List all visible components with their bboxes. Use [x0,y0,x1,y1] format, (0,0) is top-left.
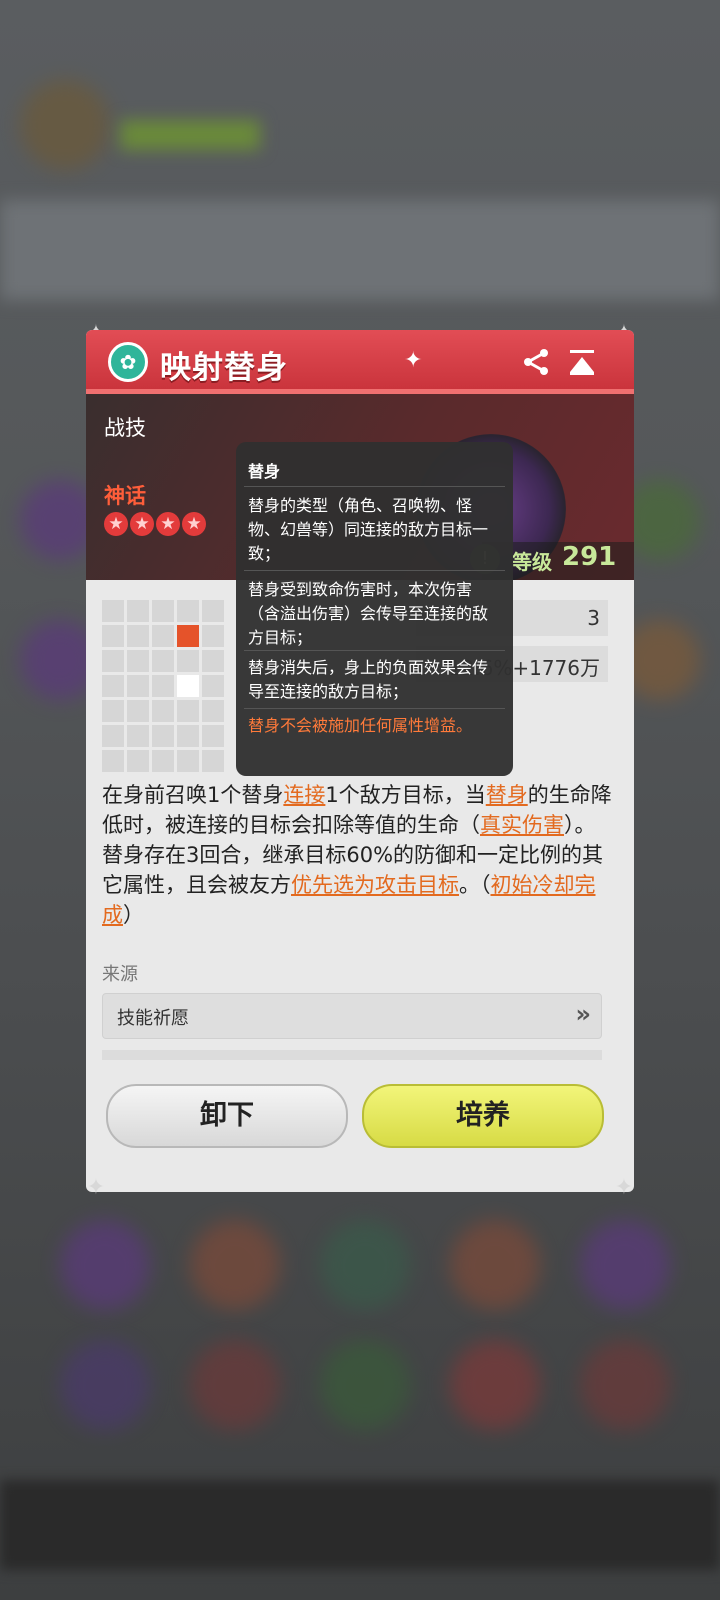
star-rating: ★ ★ ★ ★ [104,512,206,536]
share-button[interactable] [520,346,552,378]
range-cell [177,650,199,672]
range-cell [102,725,124,747]
description-text: ） [123,903,144,927]
level-value: 291 [562,542,617,572]
skill-title: 映射替身 [160,350,288,386]
range-cell [127,750,149,772]
skill-category: 战技 [104,416,146,440]
range-cell [152,700,174,722]
range-cell [127,675,149,697]
dialog-header: ✿ 映射替身 ✦ [86,330,634,394]
collapse-up-icon [570,350,594,375]
range-cell [152,625,174,647]
sparkle-mask-icon: ✿ [108,342,148,382]
tooltip-warning: 替身不会被施加任何属性增益。 [248,716,473,735]
range-cell [177,725,199,747]
range-cell [102,700,124,722]
range-cell [177,600,199,622]
range-cell [127,625,149,647]
star-icon: ★ [156,512,180,536]
description-text: 。（ [459,873,491,897]
corner-ornament-icon: ✦ [86,1175,106,1200]
tooltip-text: 替身受到致命伤害时，本次伤害（含溢出伤害）会传导至连接的敌方目标； [248,580,489,647]
range-cell [202,700,224,722]
level-label: 等级 [512,550,552,574]
collapse-button[interactable] [566,346,598,378]
unequip-button[interactable]: 卸下 [106,1084,348,1148]
tooltip-text: 替身的类型（角色、召唤物、怪物、幻兽等）同连接的敌方目标一致； [248,496,489,563]
range-cell [127,700,149,722]
range-cell [152,725,174,747]
tooltip-divider [244,708,505,709]
range-cell [102,600,124,622]
range-cell [102,625,124,647]
range-cell [127,600,149,622]
divider [102,1050,602,1060]
sparkle-icon: ✦ [404,348,423,373]
double-chevron-right-icon: » [575,1000,591,1028]
range-cell [202,625,224,647]
tooltip-divider [244,486,505,487]
star-icon: ★ [130,512,154,536]
stat-value: 3 [587,606,600,630]
range-cell-target [177,625,199,647]
source-value: 技能祈愿 [117,1008,189,1029]
skill-detail-dialog: ✦ ✦ ✦ ✦ ✿ 映射替身 ✦ 战技 神话 ★ [86,321,634,1200]
keyword-tooltip: 替身 替身的类型（角色、召唤物、怪物、幻兽等）同连接的敌方目标一致； 替身受到致… [236,442,513,776]
tooltip-divider [244,650,505,651]
description-text: 在身前召唤1个替身 [102,783,284,807]
range-cell [202,600,224,622]
range-cell [127,650,149,672]
range-cell [152,750,174,772]
keyword-link[interactable]: 替身 [486,783,528,807]
range-cell [202,650,224,672]
skill-description: 在身前召唤1个替身连接1个敌方目标，当替身的生命降低时，被连接的目标会扣除等值的… [102,780,612,930]
range-cell [202,725,224,747]
range-cell [177,700,199,722]
source-button[interactable]: 技能祈愿 » [102,993,602,1039]
tooltip-text: 替身消失后，身上的负面效果会传导至连接的敌方目标； [248,658,489,701]
range-cell [102,675,124,697]
star-icon: ★ [104,512,128,536]
range-cell [127,725,149,747]
keyword-link[interactable]: 真实伤害 [480,813,564,837]
keyword-link[interactable]: 优先选为攻击目标 [291,873,459,897]
attack-range-grid [102,600,224,772]
range-cell [152,650,174,672]
source-label: 来源 [102,964,138,985]
range-cell [102,750,124,772]
range-cell [152,675,174,697]
skill-rarity: 神话 [104,484,146,508]
range-cell-self [177,675,199,697]
share-icon [524,349,548,375]
keyword-link[interactable]: 连接 [283,783,325,807]
range-cell [202,675,224,697]
range-cell [202,750,224,772]
tooltip-divider [244,570,505,571]
range-cell [152,600,174,622]
description-text: 1个敌方目标，当 [325,783,486,807]
bottom-bar [0,1480,720,1570]
star-icon: ★ [182,512,206,536]
range-cell [102,650,124,672]
corner-ornament-icon: ✦ [614,1175,634,1200]
train-button[interactable]: 培养 [362,1084,604,1148]
range-cell [177,750,199,772]
tooltip-title: 替身 [248,462,281,481]
